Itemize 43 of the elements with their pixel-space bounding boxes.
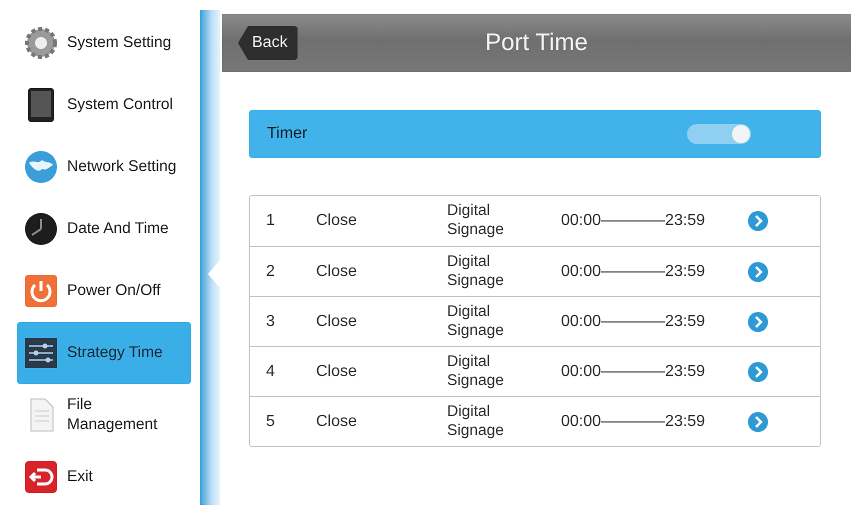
page-title: Port Time	[485, 29, 588, 56]
sidebar-item[interactable]: Strategy Time	[17, 322, 191, 384]
time-range-cell-text: 00:00————23:59	[561, 412, 706, 430]
action-cell-text: Close	[316, 212, 358, 230]
action-cell-text: Close	[316, 262, 358, 280]
sidebar-item[interactable]: Network Setting	[17, 136, 191, 198]
row-number: 2	[265, 262, 276, 280]
timer-label: Timer	[267, 125, 308, 143]
sidebar-item[interactable]: File Management	[17, 384, 191, 446]
time-range-cell-text: 00:00————23:59	[561, 312, 706, 330]
sidebar-item[interactable]: System Setting	[17, 12, 191, 74]
sidebar-item[interactable]: Exit	[17, 446, 191, 508]
row-number: 3	[265, 312, 276, 330]
source-cell-text: Digital Signage	[447, 202, 505, 240]
chevron-icon[interactable]	[747, 210, 769, 232]
power-icon	[23, 273, 59, 309]
chevron-icon[interactable]	[747, 360, 769, 382]
time-range-cell-text: 00:00————23:59	[561, 212, 706, 230]
chevron-icon[interactable]	[747, 310, 769, 332]
row-number: 1	[265, 212, 276, 230]
source-cell-text: Digital Signage	[447, 302, 505, 340]
exit-icon	[23, 459, 59, 495]
row-number: 5	[265, 412, 276, 430]
timer-toggle[interactable]	[687, 124, 751, 144]
source-cell-text: Digital Signage	[447, 402, 505, 440]
globe-icon	[23, 149, 59, 185]
source-cell-text: Digital Signage	[447, 352, 505, 390]
sidebar-item[interactable]: System Control	[17, 74, 191, 136]
chevron-icon[interactable]	[747, 410, 769, 432]
source-cell-text: Digital Signage	[447, 252, 505, 290]
sliders-icon	[23, 335, 59, 371]
back-button[interactable]: Back	[238, 26, 298, 60]
chevron-icon[interactable]	[747, 260, 769, 282]
row-number: 4	[265, 362, 276, 380]
time-range-cell-text: 00:00————23:59	[561, 362, 706, 380]
time-range-cell-text: 00:00————23:59	[561, 262, 706, 280]
clock-icon	[23, 211, 59, 247]
sidebar-item[interactable]: Power On/Off	[17, 260, 191, 322]
gear-icon	[23, 25, 59, 61]
action-cell-text: Close	[316, 412, 358, 430]
action-cell-text: Close	[316, 312, 358, 330]
action-cell-text: Close	[316, 362, 358, 380]
sidebar-item[interactable]: Date And Time	[17, 198, 191, 260]
